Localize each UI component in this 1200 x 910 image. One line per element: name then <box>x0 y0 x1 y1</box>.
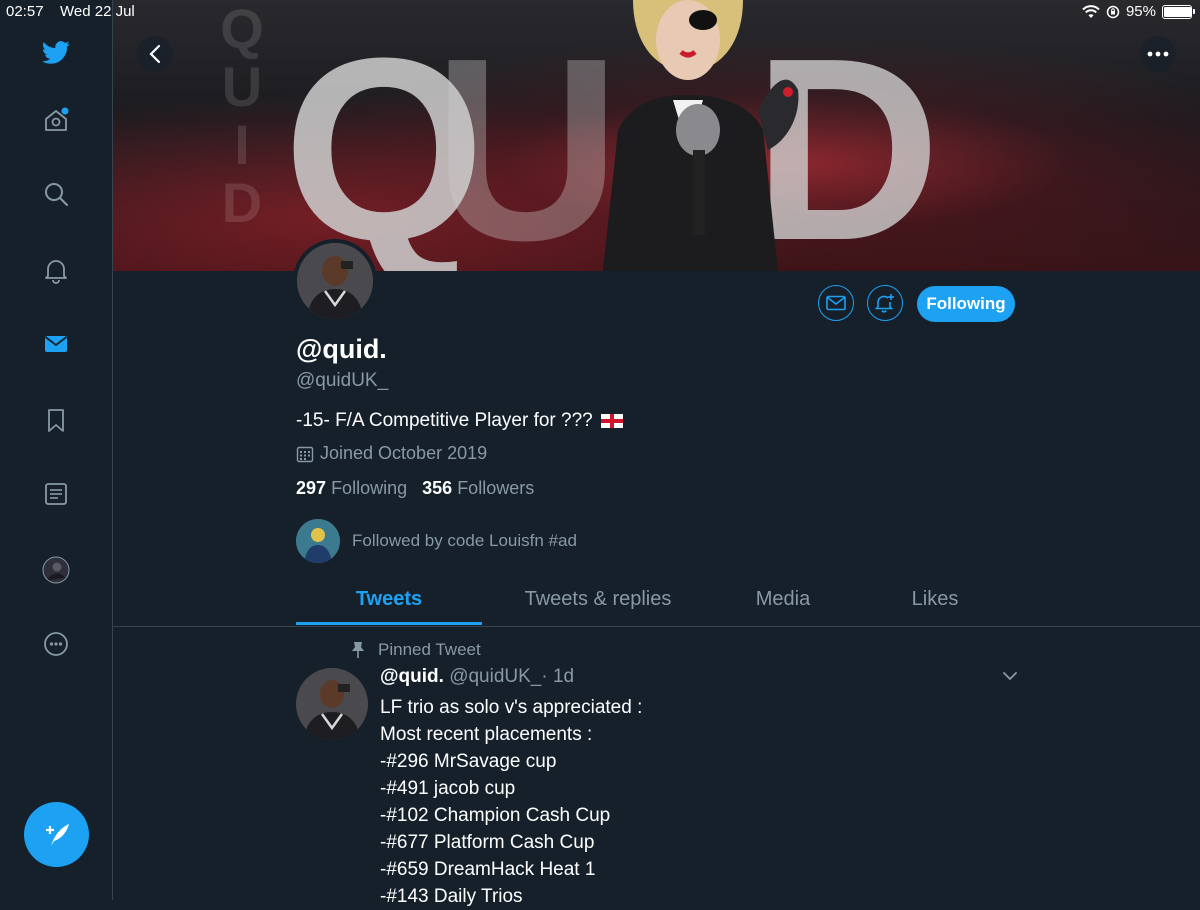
wifi-icon <box>1082 4 1100 18</box>
chevron-down-icon <box>1003 672 1017 681</box>
message-button[interactable] <box>818 285 854 321</box>
compose-tweet-button[interactable] <box>24 802 89 867</box>
banner-watermark: QUID <box>220 0 266 234</box>
tweet-time: · 1d <box>541 666 575 687</box>
chevron-left-icon <box>149 44 161 64</box>
profile-joined: Joined October 2019 <box>296 443 487 464</box>
tweet-line: Most recent placements : <box>380 724 593 745</box>
tab-tweets[interactable]: Tweets <box>296 588 482 611</box>
tab-tweets-replies[interactable]: Tweets & replies <box>503 588 693 611</box>
tweet-line: -#491 jacob cup <box>380 778 516 799</box>
followers-count: 356 <box>422 478 453 498</box>
tweet-menu-button[interactable] <box>1000 668 1020 689</box>
orientation-lock-icon <box>1106 5 1120 18</box>
back-button[interactable] <box>137 36 173 72</box>
followers-label: Followers <box>457 478 535 498</box>
compose-tweet-icon <box>45 823 69 846</box>
profile-display-name: @quid. <box>296 334 387 364</box>
tweet-header: @quid. @quidUK_· 1d <box>380 666 574 688</box>
profile-joined-text: Joined October 2019 <box>320 443 488 463</box>
bell-plus-icon <box>874 294 894 313</box>
bookmarks-icon[interactable] <box>40 404 72 436</box>
tab-media[interactable]: Media <box>723 588 843 611</box>
following-label: Following <box>331 478 408 498</box>
battery-icon <box>1162 4 1195 19</box>
more-icon[interactable] <box>40 628 72 660</box>
pinned-label: Pinned Tweet <box>350 640 481 660</box>
followers-count-link[interactable]: 356 Followers <box>422 478 534 498</box>
twitter-logo-icon[interactable] <box>40 36 72 68</box>
active-tab-indicator <box>296 622 482 625</box>
pin-icon <box>352 642 364 658</box>
followed-by[interactable]: Followed by code Louisfn #ad <box>296 519 577 563</box>
tab-likes[interactable]: Likes <box>873 588 997 611</box>
following-button[interactable]: Following <box>917 286 1015 322</box>
tweet-line: -#659 DreamHack Heat 1 <box>380 859 596 880</box>
following-count-link[interactable]: 297 Following <box>296 478 407 498</box>
tweet-line: -#677 Platform Cash Cup <box>380 832 595 853</box>
tweet-line: -#296 MrSavage cup <box>380 751 557 772</box>
mail-icon <box>826 295 846 311</box>
followed-by-avatar <box>296 519 340 563</box>
followed-by-text: Followed by code Louisfn #ad <box>352 531 577 550</box>
profile-avatar[interactable] <box>293 239 377 323</box>
tweet-author[interactable]: @quid. <box>380 666 444 687</box>
profile-avatar-image <box>297 243 373 319</box>
notifications-bell-icon[interactable] <box>40 254 72 286</box>
messages-mail-icon[interactable] <box>40 328 72 360</box>
battery-percent: 95% <box>1125 3 1156 20</box>
pinned-label-text: Pinned Tweet <box>378 640 481 659</box>
banner-figure <box>603 0 799 271</box>
tweet-line: -#102 Champion Cash Cup <box>380 805 611 826</box>
status-time: 02:57 <box>6 3 44 20</box>
tweet-line: -#143 Daily Trios <box>380 886 523 907</box>
more-dots-icon <box>1147 51 1169 57</box>
profile-tabs: Tweets Tweets & replies Media Likes <box>113 578 1200 627</box>
profile-handle: @quidUK_ <box>296 370 389 391</box>
lists-icon[interactable] <box>40 478 72 510</box>
calendar-icon <box>296 446 314 462</box>
tweet-handle: @quidUK_ <box>449 666 542 687</box>
following-count: 297 <box>296 478 327 498</box>
tweet-avatar[interactable] <box>296 668 368 740</box>
status-bar: 02:57 Wed 22 Jul 95% <box>0 0 1200 24</box>
profile-banner: QUID Q U D <box>113 0 1200 271</box>
tweet-line: LF trio as solo v's appreciated : <box>380 697 643 718</box>
status-date: Wed 22 Jul <box>60 3 135 20</box>
home-icon[interactable] <box>40 104 72 136</box>
profile-counts: 297 Following 356 Followers <box>296 478 534 499</box>
sidebar <box>0 0 113 900</box>
status-right: 95% <box>1082 3 1195 20</box>
notify-button[interactable] <box>867 285 903 321</box>
profile-avatar-icon[interactable] <box>40 554 72 586</box>
search-icon[interactable] <box>40 178 72 210</box>
tweet-body: LF trio as solo v's appreciated : Most r… <box>380 694 642 910</box>
more-options-button[interactable] <box>1140 36 1176 72</box>
profile-bio-text: -15- F/A Competitive Player for ??? <box>296 410 593 431</box>
profile-bio: -15- F/A Competitive Player for ??? <box>296 410 623 432</box>
england-flag-icon <box>600 414 623 428</box>
